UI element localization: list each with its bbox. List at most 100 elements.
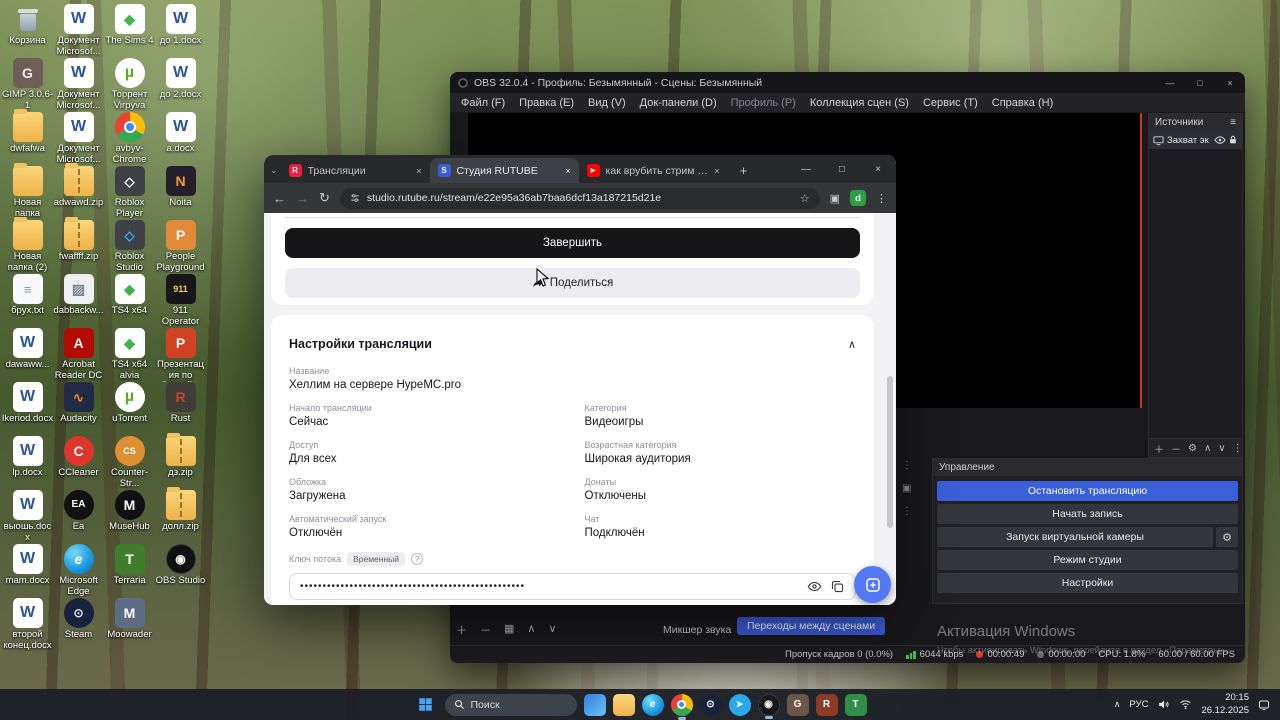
remove-icon[interactable]: －: [480, 622, 491, 638]
share-button[interactable]: Поделиться: [285, 268, 860, 298]
desktop-icon[interactable]: W Документ Microsof...: [54, 4, 104, 58]
desktop-icon[interactable]: ≡ брух.txt: [3, 274, 53, 328]
desktop-icon[interactable]: W Ikeriod.docx: [2, 382, 53, 436]
desktop-icon[interactable]: µ Торрент Virpyva: [105, 58, 155, 112]
desktop-icon[interactable]: W dawaww...: [3, 328, 53, 382]
taskbar-app-icon[interactable]: ➤: [728, 693, 751, 716]
dock-handle-icon[interactable]: ⋮: [902, 460, 912, 471]
chrome-close-button[interactable]: ×: [860, 155, 896, 183]
desktop-icon[interactable]: ⊙ Steam: [54, 598, 104, 652]
show-key-eye-icon[interactable]: [807, 579, 822, 594]
new-tab-button[interactable]: +: [733, 159, 755, 181]
taskbar-app-icon[interactable]: ◉: [757, 693, 780, 716]
back-icon[interactable]: ←: [273, 191, 286, 206]
move-source-down-icon[interactable]: ∨: [1218, 443, 1225, 454]
desktop-icon[interactable]: W до 1.docx: [156, 4, 206, 58]
grid-icon[interactable]: ▦: [504, 622, 514, 638]
support-floating-button[interactable]: [854, 566, 891, 603]
desktop-icon[interactable]: e Microsoft Edge: [54, 544, 104, 598]
start-recording-button[interactable]: Начать запись: [937, 504, 1238, 524]
taskbar-app-icon[interactable]: G: [786, 693, 809, 716]
obs-menu-item[interactable]: Профиль (P): [724, 95, 803, 111]
search-input[interactable]: [470, 698, 561, 711]
desktop-icon[interactable]: ◆ The Sims 4: [105, 4, 155, 58]
forward-icon[interactable]: →: [296, 191, 309, 206]
obs-menu-item[interactable]: Док-панели (D): [633, 95, 724, 111]
settings-button[interactable]: Настройки: [937, 573, 1238, 593]
desktop-icon[interactable]: Новая папка: [3, 163, 53, 220]
extension-badge-icon[interactable]: d: [850, 190, 866, 206]
reload-icon[interactable]: ↻: [319, 190, 330, 206]
bookmark-star-icon[interactable]: ☆: [800, 192, 810, 205]
virtual-camera-button[interactable]: Запуск виртуальной камеры: [937, 527, 1213, 547]
audio-mixer-dock-tab[interactable]: Микшер звука: [663, 624, 731, 636]
desktop-icon[interactable]: W a.docx: [156, 112, 206, 166]
studio-mode-button[interactable]: Режим студии: [937, 550, 1238, 570]
up-icon[interactable]: ∧: [527, 622, 535, 638]
obs-close-button[interactable]: ×: [1215, 72, 1245, 93]
stream-key-input[interactable]: ••••••••••••••••••••••••••••••••••••••••…: [289, 573, 856, 600]
desktop-icon[interactable]: дз.zip: [156, 433, 206, 490]
obs-maximize-button[interactable]: □: [1185, 72, 1215, 93]
desktop-icon[interactable]: A Acrobat Reader DC: [54, 328, 104, 382]
obs-minimize-button[interactable]: —: [1155, 72, 1185, 93]
desktop-icon[interactable]: W Документ Microsof...: [54, 58, 104, 112]
desktop-icon[interactable]: W второй конец.docx: [3, 598, 53, 652]
desktop-icon[interactable]: T Terraria: [105, 544, 155, 598]
collapse-chevron-icon[interactable]: ∧: [848, 338, 856, 351]
desktop-icon[interactable]: W mam.docx: [3, 544, 53, 598]
move-source-up-icon[interactable]: ∧: [1204, 443, 1211, 454]
desktop-icon[interactable]: Корзина: [3, 4, 53, 58]
desktop-icon[interactable]: Новая папка (2): [3, 217, 53, 274]
source-item-display-capture[interactable]: Захват эк: [1149, 131, 1242, 149]
taskbar-app-icon[interactable]: R: [815, 693, 838, 716]
desktop-icon[interactable]: ∿ Audacity: [54, 382, 104, 436]
side-panel-icon[interactable]: ▣: [830, 192, 840, 205]
network-wifi-icon[interactable]: [1179, 698, 1192, 711]
desktop-icon[interactable]: долл.zip: [156, 487, 206, 544]
add-icon[interactable]: ＋: [456, 622, 467, 638]
page-scrollbar-thumb[interactable]: [887, 376, 893, 528]
taskbar-app-icon[interactable]: T: [844, 693, 867, 716]
desktop-icon[interactable]: ◆ TS4 x64 alvia: [105, 328, 155, 382]
desktop-icon[interactable]: ◉ OBS Studio: [156, 544, 206, 598]
clock[interactable]: 20:15 26.12.2025: [1201, 692, 1249, 717]
desktop-icon[interactable]: N Noita: [156, 166, 206, 220]
tab-close-icon[interactable]: ×: [714, 166, 719, 176]
source-properties-gear-icon[interactable]: ⚙: [1188, 443, 1197, 454]
visibility-eye-icon[interactable]: [1214, 134, 1226, 146]
stop-streaming-button[interactable]: Остановить трансляцию: [937, 481, 1238, 501]
desktop-icon[interactable]: R Rust: [156, 382, 206, 436]
finish-stream-button[interactable]: Завершить: [285, 228, 860, 258]
taskbar-search[interactable]: [444, 693, 577, 716]
start-button[interactable]: [414, 693, 438, 717]
desktop-icon[interactable]: 911 911 Operator: [156, 274, 206, 328]
desktop-icon[interactable]: dwfafwa: [3, 109, 53, 166]
desktop-icon[interactable]: ◇ Roblox Studio: [105, 220, 155, 274]
desktop-icon[interactable]: W до 2.docx: [156, 58, 206, 112]
obs-menu-item[interactable]: Правка (E): [512, 95, 581, 111]
copy-key-icon[interactable]: [830, 579, 845, 594]
desktop-icon[interactable]: M MuseHub: [105, 490, 155, 544]
tab-search-caret-icon[interactable]: ⌄: [270, 165, 278, 176]
address-bar[interactable]: studio.rutube.ru/stream/e22e95a36ab7baa6…: [339, 187, 820, 209]
language-indicator[interactable]: РУС: [1129, 699, 1148, 710]
tab-close-icon[interactable]: ×: [416, 166, 421, 176]
obs-menu-item[interactable]: Файл (F): [454, 95, 512, 111]
chrome-minimize-button[interactable]: —: [788, 155, 824, 183]
chrome-menu-kebab-icon[interactable]: ⋮: [876, 192, 887, 205]
browser-tab[interactable]: S Студия RUTUBE ×: [429, 158, 579, 183]
sources-kebab-icon[interactable]: ⋮: [1233, 443, 1243, 454]
remove-source-icon[interactable]: －: [1171, 441, 1181, 456]
browser-tab[interactable]: R Трансляции ×: [281, 158, 430, 183]
desktop-icon[interactable]: G GIMP 3.0.6-1: [2, 58, 53, 112]
desktop-icon[interactable]: M Moowader: [105, 598, 155, 652]
desktop-icon[interactable]: W выошь.docx: [3, 490, 53, 544]
taskbar-app-icon[interactable]: ⊙: [699, 693, 722, 716]
site-settings-tune-icon[interactable]: [350, 193, 360, 203]
desktop-icon[interactable]: avbyv-Chrome: [105, 112, 155, 166]
desktop-icon[interactable]: ◆ TS4 x64: [105, 274, 155, 328]
taskbar-app-icon[interactable]: [612, 693, 635, 716]
chrome-maximize-button[interactable]: □: [824, 155, 860, 183]
volume-icon[interactable]: [1157, 698, 1170, 711]
